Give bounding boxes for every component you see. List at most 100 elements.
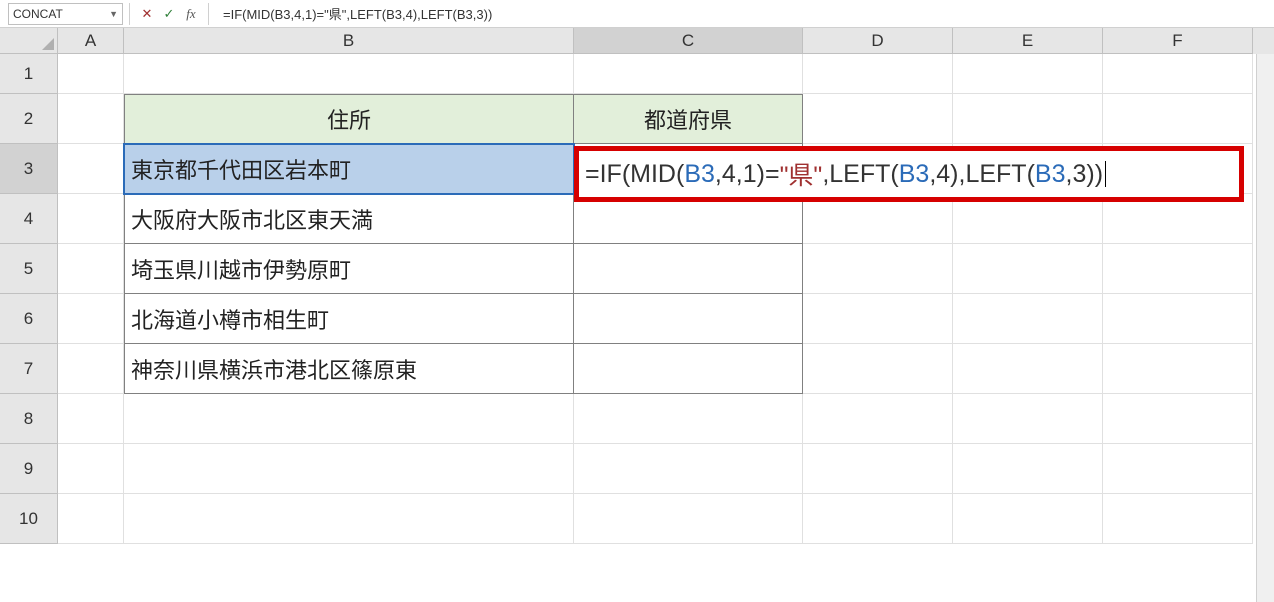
cell-E6[interactable] [953,294,1103,344]
tok-lp4: ( [1027,160,1035,189]
cell-F1[interactable] [1103,54,1253,94]
cell-C9[interactable] [574,444,803,494]
cell-A4[interactable] [58,194,124,244]
cell-F5[interactable] [1103,244,1253,294]
col-header-D[interactable]: D [803,28,953,54]
cell-C10[interactable] [574,494,803,544]
cell-B3[interactable]: 東京都千代田区岩本町 [124,144,574,194]
tok-4a: 4 [722,160,736,189]
cell-E5[interactable] [953,244,1103,294]
cell-A8[interactable] [58,394,124,444]
cell-C5[interactable] [574,244,803,294]
cell-E9[interactable] [953,444,1103,494]
cell-F8[interactable] [1103,394,1253,444]
row-header-7[interactable]: 7 [0,344,58,394]
row-5: 5 埼玉県川越市伊勢原町 [0,244,1274,294]
tok-c: , [715,160,722,189]
formula-bar: CONCAT ▼ ✕ ✓ fx =IF(MID(B3,4,1)="県",LEFT… [0,0,1274,28]
cell-D5[interactable] [803,244,953,294]
col-header-C[interactable]: C [574,28,803,54]
cell-C6[interactable] [574,294,803,344]
row-header-2[interactable]: 2 [0,94,58,144]
cell-B8[interactable] [124,394,574,444]
cell-editing-overlay[interactable]: =IF(MID(B3,4,1)="県",LEFT(B3,4),LEFT(B3,3… [574,146,1244,202]
cell-F2[interactable] [1103,94,1253,144]
divider [208,3,209,25]
cell-B4[interactable]: 大阪府大阪市北区東天満 [124,194,574,244]
col-header-A[interactable]: A [58,28,124,54]
tok-if: IF [600,160,622,189]
cell-F7[interactable] [1103,344,1253,394]
row-header-5[interactable]: 5 [0,244,58,294]
cell-E2[interactable] [953,94,1103,144]
cell-C8[interactable] [574,394,803,444]
cell-F10[interactable] [1103,494,1253,544]
tok-eq2: = [765,160,780,189]
column-headers: A B C D E F [0,28,1274,54]
row-header-3[interactable]: 3 [0,144,58,194]
cell-D6[interactable] [803,294,953,344]
name-box-dropdown-icon[interactable]: ▼ [109,9,118,19]
cell-E10[interactable] [953,494,1103,544]
cell-A9[interactable] [58,444,124,494]
name-box-value: CONCAT [13,7,109,21]
tok-lp: ( [622,160,630,189]
cell-B5[interactable]: 埼玉県川越市伊勢原町 [124,244,574,294]
row-header-1[interactable]: 1 [0,54,58,94]
cell-D7[interactable] [803,344,953,394]
row-header-6[interactable]: 6 [0,294,58,344]
col-header-F[interactable]: F [1103,28,1253,54]
cell-A3[interactable] [58,144,124,194]
tok-str: "県" [780,156,823,192]
cell-B9[interactable] [124,444,574,494]
cell-C7[interactable] [574,344,803,394]
select-all-button[interactable] [0,28,58,54]
cell-D8[interactable] [803,394,953,444]
cell-B6[interactable]: 北海道小樽市相生町 [124,294,574,344]
row-header-9[interactable]: 9 [0,444,58,494]
tok-mid: MID [630,160,676,189]
tok-c5: , [959,160,966,189]
cell-B1[interactable] [124,54,574,94]
col-header-B[interactable]: B [124,28,574,54]
enter-button[interactable]: ✓ [158,3,180,25]
tok-rp4: ) [1095,160,1103,189]
tok-4b: 4 [936,160,950,189]
text-caret [1105,161,1106,187]
cell-D9[interactable] [803,444,953,494]
cell-A5[interactable] [58,244,124,294]
cell-A1[interactable] [58,54,124,94]
row-header-4[interactable]: 4 [0,194,58,244]
cell-B2[interactable]: 住所 [124,94,574,144]
row-header-8[interactable]: 8 [0,394,58,444]
cancel-button[interactable]: ✕ [136,3,158,25]
col-header-E[interactable]: E [953,28,1103,54]
cell-E8[interactable] [953,394,1103,444]
cell-D1[interactable] [803,54,953,94]
cell-C2[interactable]: 都道府県 [574,94,803,144]
cell-B10[interactable] [124,494,574,544]
cell-D10[interactable] [803,494,953,544]
tok-rp: ) [757,160,765,189]
name-box[interactable]: CONCAT ▼ [8,3,123,25]
cell-A6[interactable] [58,294,124,344]
row-8: 8 [0,394,1274,444]
row-7: 7 神奈川県横浜市港北区篠原東 [0,344,1274,394]
row-header-10[interactable]: 10 [0,494,58,544]
cell-F9[interactable] [1103,444,1253,494]
cell-A10[interactable] [58,494,124,544]
formula-input[interactable]: =IF(MID(B3,4,1)="県",LEFT(B3,4),LEFT(B3,3… [215,3,1274,25]
tok-lp3: ( [890,160,898,189]
cell-E1[interactable] [953,54,1103,94]
cell-E7[interactable] [953,344,1103,394]
cell-D2[interactable] [803,94,953,144]
cell-C1[interactable] [574,54,803,94]
cell-F6[interactable] [1103,294,1253,344]
cell-A7[interactable] [58,344,124,394]
tok-left2: LEFT [965,160,1026,189]
fx-button[interactable]: fx [180,3,202,25]
cell-B7[interactable]: 神奈川県横浜市港北区篠原東 [124,344,574,394]
vertical-scrollbar[interactable] [1256,54,1274,602]
cell-A2[interactable] [58,94,124,144]
tok-c3: , [822,160,829,189]
